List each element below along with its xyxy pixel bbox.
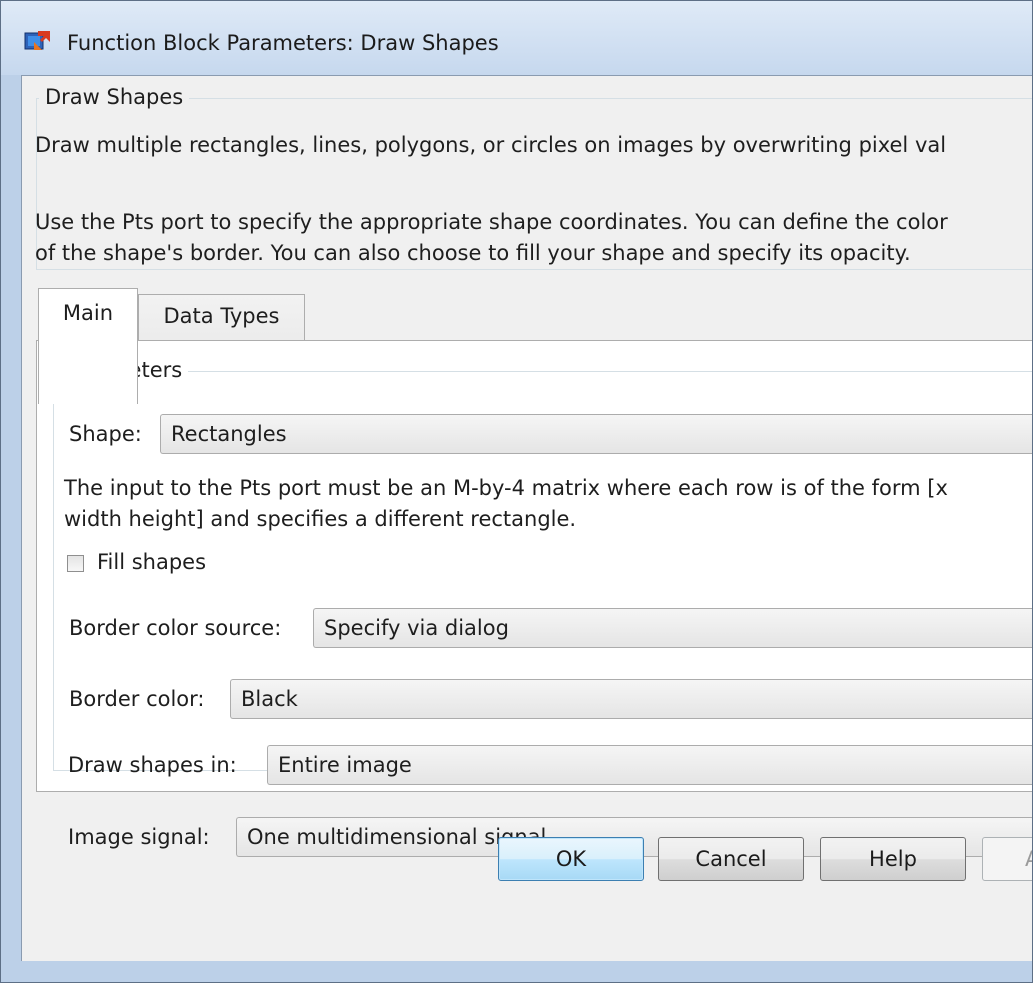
description-group: Draw Shapes Draw multiple rectangles, li… [35,85,1032,270]
parameters-group: Parameters Shape: Rectangles The input t… [53,358,1032,771]
description-group-title: Draw Shapes [39,85,190,109]
tab-main-label: Main [62,301,114,325]
tab-main[interactable]: Main [38,288,138,404]
pts-info-line-2: width height] and specifies a different … [64,507,577,531]
tab-data-types-label: Data Types [163,304,280,328]
cancel-button[interactable]: Cancel [658,837,804,881]
shape-dropdown[interactable]: Rectangles [160,414,1032,454]
pts-info-line-1: The input to the Pts port must be an M-b… [64,476,948,500]
description-line-3: of the shape's border. You can also choo… [35,241,911,265]
shape-label: Shape: [69,422,142,446]
main-tab-panel: Parameters Shape: Rectangles The input t… [36,340,1032,792]
draw-shapes-in-label: Draw shapes in: [68,753,237,777]
help-button[interactable]: Help [820,837,966,881]
fill-shapes-label[interactable]: Fill shapes [97,550,206,574]
apply-button[interactable]: A [982,837,1032,881]
dialog-client-area: Draw Shapes Draw multiple rectangles, li… [21,75,1032,961]
window-title: Function Block Parameters: Draw Shapes [67,31,499,55]
image-signal-label: Image signal: [68,825,210,849]
description-line-1: Draw multiple rectangles, lines, polygon… [35,133,947,157]
border-color-source-dropdown[interactable]: Specify via dialog [313,608,1032,648]
border-color-dropdown[interactable]: Black [230,679,1032,719]
draw-shapes-in-dropdown[interactable]: Entire image [267,745,1032,785]
border-color-source-label: Border color source: [69,616,282,640]
border-color-label: Border color: [69,687,205,711]
dialog-window: Function Block Parameters: Draw Shapes D… [0,0,1033,983]
title-bar[interactable]: Function Block Parameters: Draw Shapes [1,1,1032,75]
description-line-2: Use the Pts port to specify the appropri… [35,210,948,234]
ok-button[interactable]: OK [498,837,644,881]
fill-shapes-checkbox[interactable] [67,555,84,572]
simulink-block-icon [24,31,50,50]
